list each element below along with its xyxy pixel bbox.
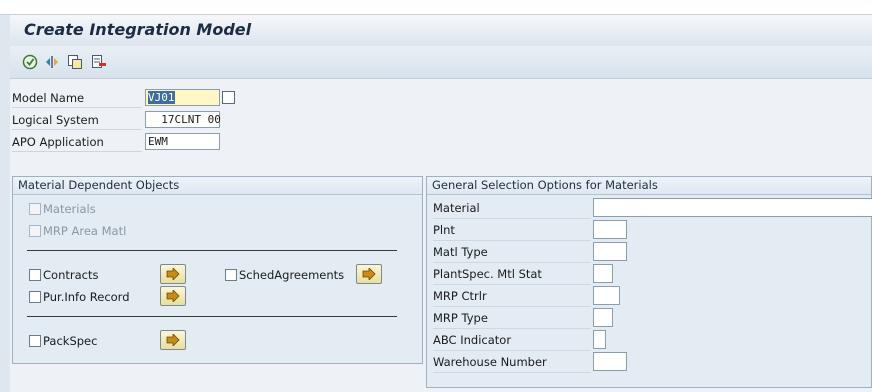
copy-field-icon[interactable] [222, 91, 235, 104]
mrp-ctrlr-label: MRP Ctrlr [433, 286, 591, 307]
matl-type-input[interactable] [593, 242, 627, 261]
mrp-area-matl-label: MRP Area Matl [43, 224, 127, 238]
variant-icon[interactable] [44, 54, 60, 70]
plantspec-mtl-stat-input[interactable] [593, 264, 613, 283]
pack-spec-details-button[interactable] [160, 330, 186, 350]
pur-info-record-label: Pur.Info Record [43, 290, 130, 304]
separator-line [27, 316, 397, 317]
apo-application-label: APO Application [12, 133, 142, 152]
plnt-label: Plnt [433, 220, 591, 241]
warehouse-number-label: Warehouse Number [433, 352, 591, 373]
mrp-type-input[interactable] [593, 308, 613, 327]
copy-icon[interactable] [67, 54, 83, 70]
application-toolbar [10, 46, 872, 79]
plnt-input[interactable] [593, 220, 627, 239]
separator-line [27, 250, 397, 251]
arrow-right-icon [166, 268, 180, 280]
screen-title-bar: Create Integration Model [10, 15, 872, 45]
arrow-right-icon [166, 290, 180, 302]
materials-checkbox [29, 203, 41, 215]
model-name-label: Model Name [12, 89, 142, 108]
contracts-label: Contracts [43, 268, 99, 282]
sched-agreements-label: SchedAgreements [239, 268, 345, 282]
warehouse-number-input[interactable] [593, 352, 627, 371]
delete-icon[interactable] [91, 54, 107, 70]
logical-system-label: Logical System [12, 111, 142, 130]
general-selection-options-title: General Selection Options for Materials [427, 177, 871, 195]
material-dependent-objects-title: Material Dependent Objects [13, 177, 422, 195]
logical-system-field[interactable]: 17CLNT 00 [145, 111, 221, 128]
model-name-field[interactable]: VJ01 [145, 89, 220, 106]
contracts-details-button[interactable] [160, 264, 186, 284]
material-dependent-objects-group: Material Dependent Objects Materials MRP… [12, 176, 423, 364]
abc-indicator-input[interactable] [593, 330, 606, 349]
abc-indicator-label: ABC Indicator [433, 330, 591, 351]
pack-spec-label: PackSpec [43, 334, 98, 348]
material-input[interactable] [593, 198, 872, 217]
window-top-strip [0, 0, 872, 15]
pur-info-record-checkbox[interactable] [29, 291, 41, 303]
screen-title: Create Integration Model [24, 20, 252, 39]
model-name-value: VJ01 [148, 91, 175, 104]
pack-spec-checkbox[interactable] [29, 335, 41, 347]
plantspec-mtl-stat-label: PlantSpec. Mtl Stat [433, 264, 591, 285]
material-label: Material [433, 198, 591, 219]
mrp-area-matl-checkbox [29, 225, 41, 237]
pur-info-record-details-button[interactable] [160, 286, 186, 306]
mrp-type-label: MRP Type [433, 308, 591, 329]
contracts-checkbox[interactable] [29, 269, 41, 281]
mrp-ctrlr-input[interactable] [593, 286, 620, 305]
general-selection-options-group: General Selection Options for Materials … [426, 176, 872, 388]
sched-agreements-checkbox[interactable] [225, 269, 237, 281]
arrow-right-icon [362, 268, 376, 280]
apo-application-field[interactable]: EWM [145, 133, 220, 150]
screen-content: Model Name VJ01 Logical System 17CLNT 00… [10, 79, 872, 392]
matl-type-label: Matl Type [433, 242, 591, 263]
materials-label: Materials [43, 202, 96, 216]
sched-agreements-details-button[interactable] [356, 264, 382, 284]
arrow-right-icon [166, 334, 180, 346]
execute-icon[interactable] [22, 54, 38, 70]
